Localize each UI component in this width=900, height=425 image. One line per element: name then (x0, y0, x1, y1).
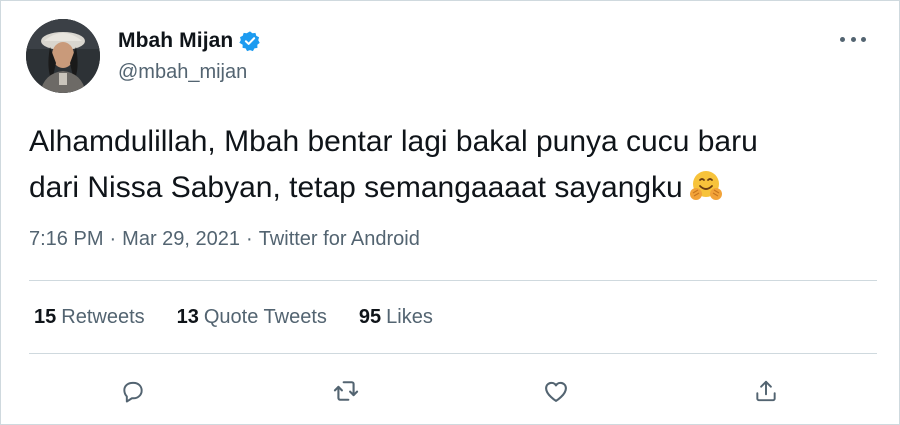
tweet-text-line-1: Alhamdulillah, Mbah bentar lagi bakal pu… (29, 125, 758, 158)
tweet-text-line-2: dari Nissa Sabyan, tetap semangaaaat say… (29, 165, 879, 211)
retweets-label: Retweets (61, 306, 145, 328)
retweets-stat[interactable]: 15 Retweets (34, 306, 145, 329)
dot (840, 36, 845, 42)
tweet-card: Mbah Mijan @mbah_mijan Alhamdulillah, Mb… (0, 0, 900, 425)
meta-separator: · (109, 228, 117, 250)
tweet-time[interactable]: 7:16 PM (29, 228, 103, 251)
author-name-row: Mbah Mijan (118, 29, 261, 53)
tweet-text: Alhamdulillah, Mbah bentar lagi bakal pu… (29, 119, 879, 211)
likes-stat[interactable]: 95 Likes (359, 306, 433, 329)
retweet-icon[interactable] (326, 371, 366, 411)
retweets-count: 15 (34, 306, 57, 328)
quote-tweets-label: Quote Tweets (203, 306, 327, 328)
avatar[interactable] (26, 19, 100, 93)
more-options-icon[interactable] (840, 29, 866, 49)
divider (29, 280, 877, 281)
meta-separator: · (246, 228, 253, 250)
reply-icon[interactable] (113, 371, 153, 411)
tweet-stats: 15 Retweets 13 Quote Tweets 95 Likes (34, 306, 465, 329)
tweet-date[interactable]: Mar 29, 2021 (122, 228, 240, 251)
likes-label: Likes (386, 306, 433, 328)
hugging-face-emoji-icon (689, 169, 723, 203)
tweet-actions-bar (1, 371, 900, 415)
verified-badge-icon (239, 30, 261, 52)
dot (850, 36, 856, 42)
divider (29, 353, 877, 354)
quote-tweets-stat[interactable]: 13 Quote Tweets (177, 306, 327, 329)
dot (861, 36, 866, 42)
display-name[interactable]: Mbah Mijan (118, 29, 233, 53)
like-icon[interactable] (536, 371, 576, 411)
likes-count: 95 (358, 306, 382, 328)
tweet-text-line-2-text: dari Nissa Sabyan, tetap semangaaaat say… (29, 171, 683, 204)
user-handle[interactable]: @mbah_mijan (118, 61, 247, 84)
share-icon[interactable] (746, 371, 786, 411)
tweet-meta: 7:16 PM · Mar 29, 2021 · Twitter for And… (29, 228, 420, 251)
tweet-source[interactable]: Twitter for Android (259, 228, 420, 251)
quote-tweets-count: 13 (176, 306, 199, 328)
